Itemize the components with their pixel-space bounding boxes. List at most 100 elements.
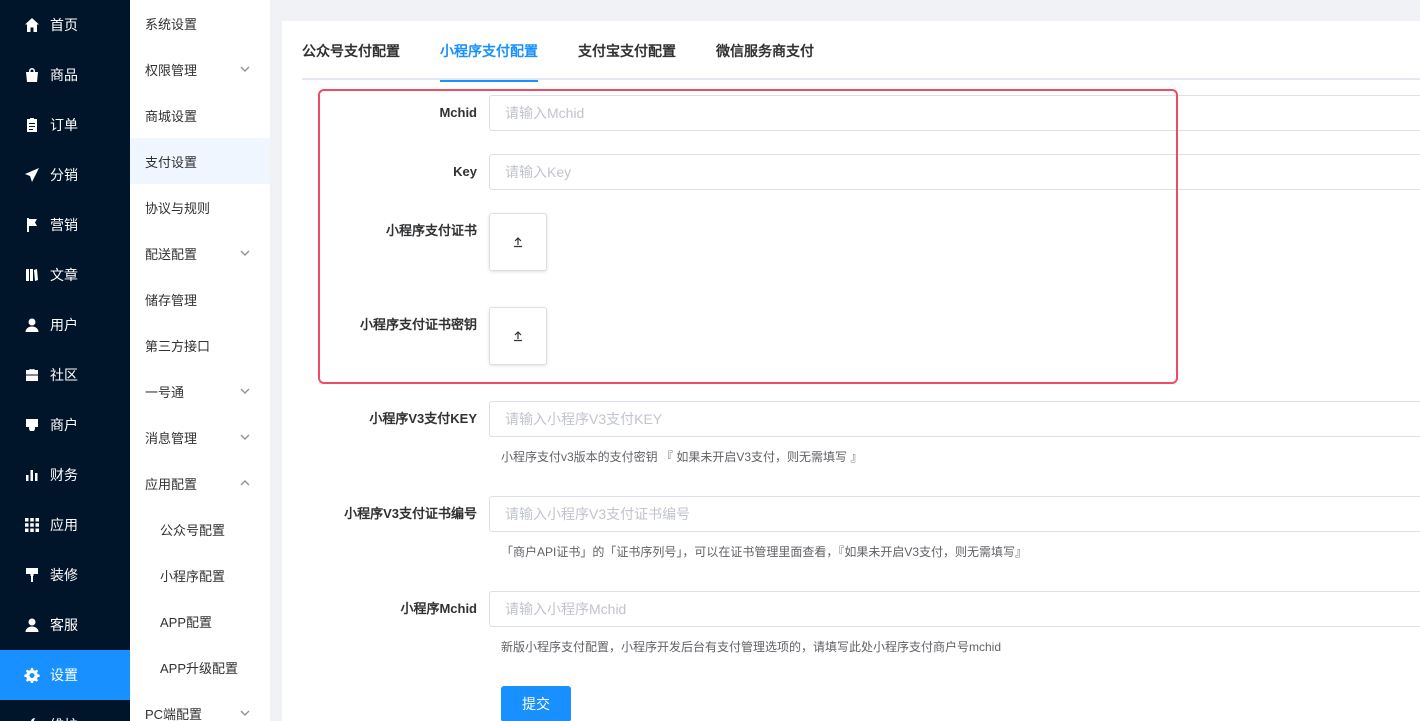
form-row-key: Key	[282, 154, 1420, 190]
sub-menu-item-payment-settings[interactable]: 支付设置	[130, 138, 270, 184]
sub-menu-item-app-config[interactable]: 应用配置	[130, 460, 270, 506]
tool-icon	[24, 717, 40, 721]
tab-wechat-official-payment[interactable]: 公众号支付配置	[302, 21, 400, 80]
tab-bar: 公众号支付配置 小程序支付配置 支付宝支付配置 微信服务商支付	[302, 21, 1420, 82]
v3-key-input[interactable]	[489, 401, 1420, 437]
home-icon	[24, 17, 40, 33]
chevron-down-icon	[240, 248, 250, 258]
user-icon	[24, 317, 40, 333]
sub-menu-label: 协议与规则	[145, 200, 211, 216]
briefcase-icon	[24, 367, 40, 383]
sub-menu-label: 系统设置	[145, 16, 198, 32]
v3-serial-help: 「商户API证书」的「证书序列号」，可以在证书管理里面查看，『如果未开启V3支付…	[501, 545, 1028, 559]
tab-wechat-provider-payment[interactable]: 微信服务商支付	[716, 21, 814, 80]
chevron-down-icon	[240, 64, 250, 74]
sub-menu-label: 应用配置	[145, 476, 198, 492]
main-menu-label: 客服	[50, 617, 78, 633]
main-menu-label: 文章	[50, 267, 78, 283]
gear-icon	[24, 667, 40, 683]
main-menu-label: 商品	[50, 67, 78, 83]
mp-mchid-input[interactable]	[489, 591, 1420, 627]
main-menu-item-merchants[interactable]: 商户	[0, 400, 130, 450]
sub-menu-label: PC端配置	[145, 706, 203, 721]
main-menu-label: 分销	[50, 167, 78, 183]
main-menu-item-articles[interactable]: 文章	[0, 250, 130, 300]
mp-mchid-label: 小程序Mchid	[400, 601, 477, 616]
upload-icon	[514, 237, 522, 248]
sub-menu-label: 储存管理	[145, 292, 198, 308]
key-input[interactable]	[489, 154, 1420, 190]
sub-menu-label: APP升级配置	[160, 660, 239, 676]
main-menu-label: 社区	[50, 367, 78, 383]
upload-icon	[514, 331, 522, 342]
form-row-mchid: Mchid	[282, 95, 1420, 131]
cert-upload-button[interactable]	[489, 213, 547, 271]
sub-menu-item-pc-config[interactable]: PC端配置	[130, 690, 270, 721]
main-menu-item-orders[interactable]: 订单	[0, 100, 130, 150]
user-headset-icon	[24, 617, 40, 633]
sub-menu-label: 公众号配置	[160, 522, 226, 538]
sub-menu-label: 配送配置	[145, 246, 198, 262]
sub-menu-item-agreements[interactable]: 协议与规则	[130, 184, 270, 230]
v3-key-help: 小程序支付v3版本的支付密钥 『 如果未开启V3支付，则无需填写 』	[501, 450, 863, 464]
form-row-v3-key: 小程序V3支付KEY	[282, 401, 1420, 437]
main-menu: 首页 商品 订单 分销 营销 文章 用户 社区 商户 财务 应用 装修 客服 设…	[0, 0, 130, 721]
main-menu-label: 财务	[50, 467, 78, 483]
main-menu-item-users[interactable]: 用户	[0, 300, 130, 350]
main-menu-label: 维护	[50, 715, 78, 721]
paint-roller-icon	[24, 567, 40, 583]
main-menu-item-settings[interactable]: 设置	[0, 650, 130, 700]
sub-menu-item-app-upgrade[interactable]: APP升级配置	[130, 644, 270, 690]
sub-menu-item-third-party[interactable]: 第三方接口	[130, 322, 270, 368]
main-menu-item-distribution[interactable]: 分销	[0, 150, 130, 200]
main-menu-item-apps[interactable]: 应用	[0, 500, 130, 550]
sub-menu-item-storage[interactable]: 储存管理	[130, 276, 270, 322]
sub-menu-label: 小程序配置	[160, 568, 226, 584]
cert-label: 小程序支付证书	[385, 223, 477, 238]
cert-key-upload-button[interactable]	[489, 307, 547, 365]
main-menu-item-marketing[interactable]: 营销	[0, 200, 130, 250]
mchid-label: Mchid	[439, 105, 477, 120]
tab-mini-program-payment[interactable]: 小程序支付配置	[440, 21, 538, 82]
main-menu-label: 首页	[50, 17, 78, 33]
main-menu-item-community[interactable]: 社区	[0, 350, 130, 400]
shop-bag-icon	[24, 67, 40, 83]
send-icon	[24, 167, 40, 183]
top-strip	[270, 0, 1420, 10]
sub-menu-item-permissions[interactable]: 权限管理	[130, 46, 270, 92]
main-menu-item-maintenance[interactable]: 维护	[0, 700, 130, 721]
grid-icon	[24, 517, 40, 533]
main-menu-label: 订单	[50, 117, 78, 133]
tab-alipay-payment[interactable]: 支付宝支付配置	[578, 21, 676, 80]
sub-menu-label: 一号通	[145, 384, 185, 400]
sub-menu-item-wechat-official-config[interactable]: 公众号配置	[130, 506, 270, 552]
sub-menu-item-yihaotong[interactable]: 一号通	[130, 368, 270, 414]
sub-menu-item-mall-settings[interactable]: 商城设置	[130, 92, 270, 138]
sub-menu-item-messages[interactable]: 消息管理	[130, 414, 270, 460]
sub-menu-label: 权限管理	[145, 62, 198, 78]
main-menu-label: 应用	[50, 517, 78, 533]
sub-menu-item-mini-program-config[interactable]: 小程序配置	[130, 552, 270, 598]
main-menu-item-decoration[interactable]: 装修	[0, 550, 130, 600]
main-menu-item-finance[interactable]: 财务	[0, 450, 130, 500]
submit-button[interactable]: 提交	[501, 686, 571, 721]
sub-menu-label: APP配置	[160, 614, 213, 630]
main-menu-label: 用户	[50, 317, 78, 333]
main-menu-item-customer-service[interactable]: 客服	[0, 600, 130, 650]
main-menu-label: 装修	[50, 567, 78, 583]
sub-menu-item-system-settings[interactable]: 系统设置	[130, 0, 270, 46]
book-icon	[24, 267, 40, 283]
main-menu-item-products[interactable]: 商品	[0, 50, 130, 100]
main-menu-item-home[interactable]: 首页	[0, 0, 130, 50]
v3-serial-input[interactable]	[489, 496, 1420, 532]
sub-menu: 系统设置 权限管理 商城设置 支付设置 协议与规则 配送配置 储存管理 第三方接…	[130, 0, 270, 721]
sub-menu-item-app-config-child[interactable]: APP配置	[130, 598, 270, 644]
mchid-input[interactable]	[489, 95, 1420, 131]
flag-icon	[24, 217, 40, 233]
sub-menu-item-delivery[interactable]: 配送配置	[130, 230, 270, 276]
chevron-down-icon	[240, 386, 250, 396]
key-label: Key	[453, 164, 477, 179]
payment-config-card: 公众号支付配置 小程序支付配置 支付宝支付配置 微信服务商支付 Mchid Ke…	[282, 21, 1420, 721]
clipboard-icon	[24, 117, 40, 133]
form-row-mp-mchid: 小程序Mchid	[282, 591, 1420, 627]
